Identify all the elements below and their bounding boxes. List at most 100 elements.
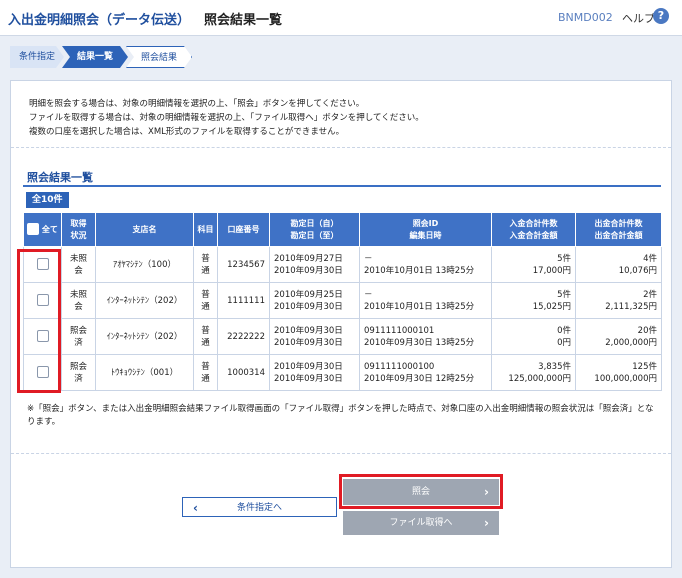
account-cell: 1111111: [217, 282, 270, 319]
table-row: 未照会 ｱｵﾔﾏｼﾃﾝ（100） 普通 1234567 2010年09月27日 2…: [23, 246, 662, 283]
deposit-count: 5件: [557, 253, 571, 264]
period-from: 2010年09月25日: [274, 289, 343, 300]
deposit-cell: 3,835件 125,000,000円: [491, 354, 576, 391]
deposit-count: 5件: [557, 289, 571, 300]
branch-cell: ｲﾝﾀｰﾈｯﾄｼﾃﾝ（202）: [95, 318, 194, 355]
chevron-right-icon: ›: [484, 485, 489, 499]
row-select-cell[interactable]: [23, 318, 62, 355]
header-line: 編集日時: [409, 230, 442, 240]
deposit-amount: 17,000円: [532, 265, 571, 276]
period-to: 2010年09月30日: [274, 373, 343, 384]
period-from: 2010年09月30日: [274, 361, 343, 372]
withdraw-count: 4件: [643, 253, 657, 264]
edited-time: 2010年09月30日 12時25分: [364, 373, 475, 384]
inquiry-cell: 0911111000100 2010年09月30日 12時25分: [359, 354, 492, 391]
branch-cell: ﾄｳｷｮｳｼﾃﾝ（001）: [95, 354, 194, 391]
period-cell: 2010年09月25日 2010年09月30日: [269, 282, 360, 319]
withdraw-count: 20件: [637, 325, 657, 336]
help-link[interactable]: ヘルプ: [622, 10, 655, 26]
period-cell: 2010年09月27日 2010年09月30日: [269, 246, 360, 283]
status-cell: 未照会: [61, 246, 96, 283]
divider: [11, 147, 671, 148]
inquire-button[interactable]: 照会 ›: [343, 479, 499, 505]
period-cell: 2010年09月30日 2010年09月30日: [269, 354, 360, 391]
withdraw-header: 出金合計件数 出金合計金額: [575, 212, 662, 247]
app-title: 入出金明細照会（データ伝送）: [8, 13, 191, 28]
period-from: 2010年09月27日: [274, 253, 343, 264]
header-line: 出金合計金額: [594, 230, 643, 240]
row-select-cell[interactable]: [23, 246, 62, 283]
chevron-right-icon: ›: [484, 516, 489, 530]
section-underline: [23, 185, 661, 187]
header-line: 入金合計件数: [509, 218, 558, 228]
deposit-cell: 5件 15,025円: [491, 282, 576, 319]
period-from: 2010年09月30日: [274, 325, 343, 336]
table-row: 未照会 ｲﾝﾀｰﾈｯﾄｼﾃﾝ（202） 普通 1111111 2010年09月2…: [23, 282, 662, 319]
type-cell: 普通: [193, 282, 218, 319]
account-header: 口座番号: [217, 212, 270, 247]
footnote: ※「照会」ボタン、または入出金明細照会結果ファイル取得画面の「ファイル取得」ボタ…: [27, 404, 654, 427]
account-cell: 2222222: [217, 318, 270, 355]
withdraw-amount: 10,076円: [618, 265, 657, 276]
withdraw-cell: 125件 100,000,000円: [575, 354, 662, 391]
row-checkbox[interactable]: [36, 294, 49, 307]
main-panel: 明細を照会する場合は、対象の明細情報を選択の上、「照会」ボタンを押してください。…: [10, 80, 672, 568]
select-all-header[interactable]: 全て: [23, 212, 62, 247]
select-all-label: 全て: [41, 224, 58, 234]
edited-time: 2010年10月01日 13時25分: [364, 265, 475, 276]
back-to-conditions-button[interactable]: ‹ 条件指定へ: [182, 497, 337, 517]
withdraw-cell: 4件 10,076円: [575, 246, 662, 283]
deposit-amount: 15,025円: [532, 301, 571, 312]
instruction-line: ファイルを取得する場合は、対象の明細情報を選択の上、「ファイル取得へ」ボタンを押…: [29, 113, 424, 123]
status-header: 取得 状況: [61, 212, 96, 247]
table-header-row: 全て 取得 状況 支店名 科目 口座番号 勘定日（自） 勘定日（至） 照会ID 編集日…: [23, 212, 662, 247]
row-checkbox[interactable]: [36, 330, 49, 343]
period-to: 2010年09月30日: [274, 301, 343, 312]
step-result-detail: 照会結果: [126, 46, 192, 68]
step-condition: 条件指定: [10, 46, 64, 68]
header-line: 取得: [70, 218, 87, 228]
file-button-label: ファイル取得へ: [389, 518, 453, 528]
instruction-line: 明細を照会する場合は、対象の明細情報を選択の上、「照会」ボタンを押してください。: [29, 99, 365, 109]
section-title: 照会結果一覧: [27, 171, 93, 184]
header-line: 状況: [70, 230, 87, 240]
deposit-count: 0件: [557, 325, 571, 336]
inquiry-cell: － 2010年10月01日 13時25分: [359, 246, 492, 283]
withdraw-count: 125件: [632, 361, 657, 372]
status-cell: 照会済: [61, 318, 96, 355]
step-result-list: 結果一覧: [62, 46, 128, 68]
inquiry-cell: － 2010年10月01日 13時25分: [359, 282, 492, 319]
header-line: 勘定日（自）: [290, 218, 339, 228]
type-header: 科目: [193, 212, 218, 247]
period-to: 2010年09月30日: [274, 265, 343, 276]
table-row: 照会済 ｲﾝﾀｰﾈｯﾄｼﾃﾝ（202） 普通 2222222 2010年09月3…: [23, 318, 662, 355]
edited-time: 2010年10月01日 13時25分: [364, 301, 475, 312]
account-cell: 1000314: [217, 354, 270, 391]
chevron-left-icon: ‹: [193, 501, 198, 515]
row-checkbox[interactable]: [36, 366, 49, 379]
header-line: 出金合計件数: [594, 218, 643, 228]
table-row: 照会済 ﾄｳｷｮｳｼﾃﾝ（001） 普通 1000314 2010年09月30日…: [23, 354, 662, 391]
file-download-button[interactable]: ファイル取得へ ›: [343, 511, 499, 535]
select-all-checkbox[interactable]: [27, 223, 40, 236]
withdraw-count: 2件: [643, 289, 657, 300]
result-count-badge: 全10件: [26, 192, 69, 208]
period-header: 勘定日（自） 勘定日（至）: [269, 212, 360, 247]
deposit-amount: 125,000,000円: [508, 373, 571, 384]
deposit-header: 入金合計件数 入金合計金額: [491, 212, 576, 247]
edited-time: 2010年09月30日 13時25分: [364, 337, 475, 348]
row-select-cell[interactable]: [23, 354, 62, 391]
deposit-cell: 0件 0円: [491, 318, 576, 355]
branch-cell: ｲﾝﾀｰﾈｯﾄｼﾃﾝ（202）: [95, 282, 194, 319]
inquiry-id: 0911111000101: [364, 325, 435, 336]
withdraw-amount: 2,000,000円: [605, 337, 657, 348]
header-line: 入金合計金額: [509, 230, 558, 240]
deposit-cell: 5件 17,000円: [491, 246, 576, 283]
instructions: 明細を照会する場合は、対象の明細情報を選択の上、「照会」ボタンを押してください。…: [29, 97, 424, 139]
inquire-button-label: 照会: [411, 487, 430, 497]
type-cell: 普通: [193, 354, 218, 391]
row-checkbox[interactable]: [36, 258, 49, 271]
top-bar: 入出金明細照会（データ伝送） 照会結果一覧 BNMD002 ヘルプ ?: [0, 0, 682, 36]
row-select-cell[interactable]: [23, 282, 62, 319]
question-circle-icon[interactable]: ?: [653, 8, 669, 24]
